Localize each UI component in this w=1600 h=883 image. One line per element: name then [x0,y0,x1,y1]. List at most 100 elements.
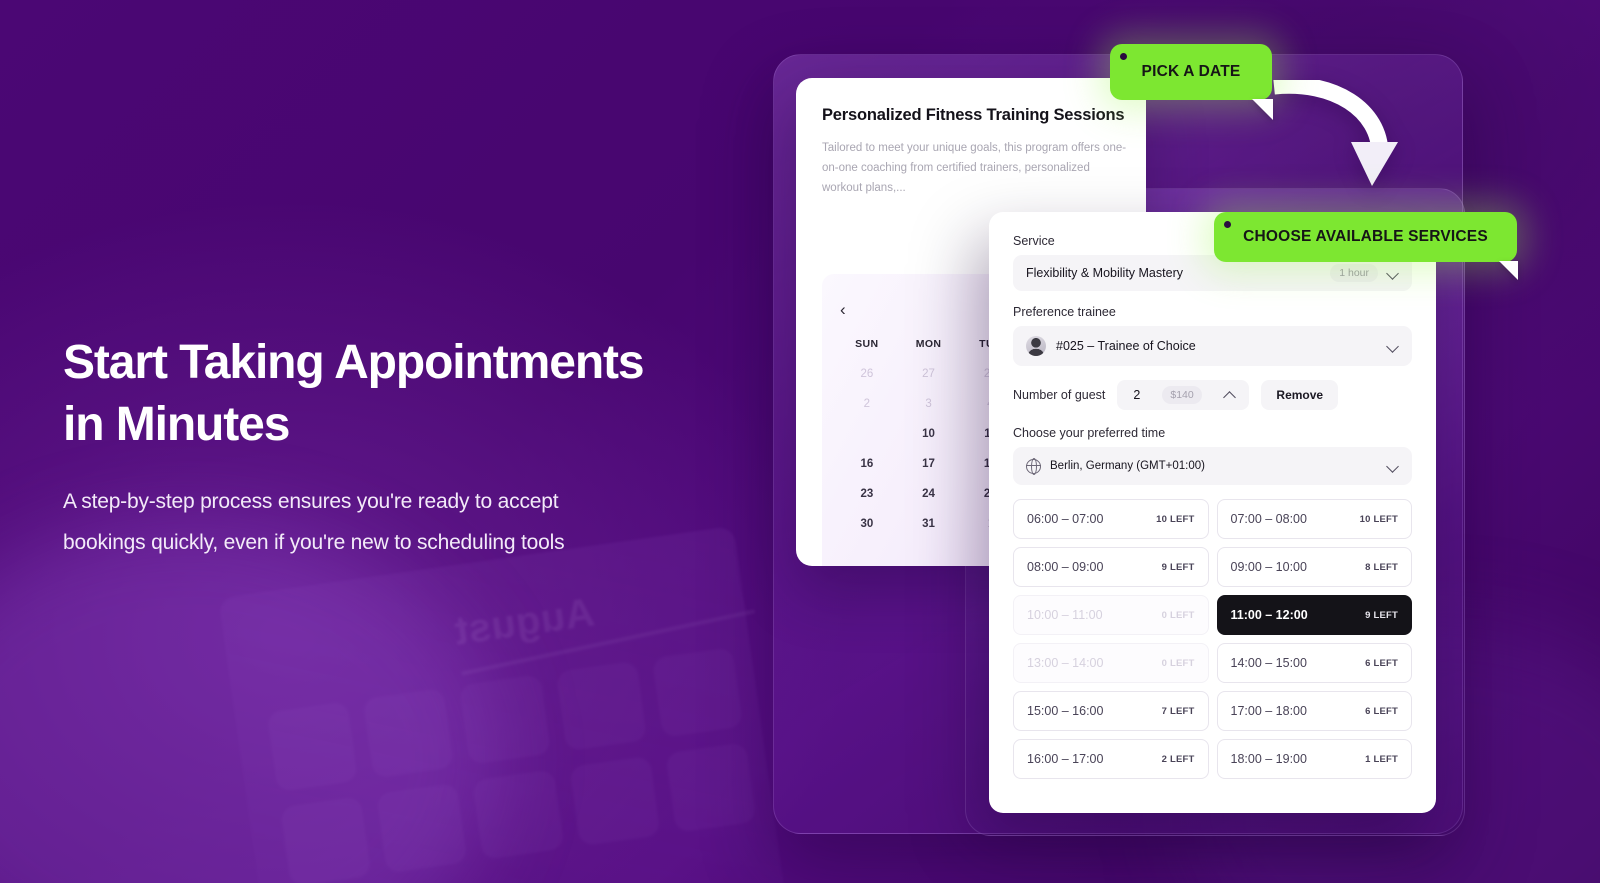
calendar-weekday-header: SUN [855,338,879,350]
time-slot-availability: 9 LEFT [1365,609,1398,621]
time-slot-range: 15:00 – 16:00 [1027,704,1104,718]
quantity-stepper[interactable]: 2 $140 [1117,380,1250,410]
guest-price-badge: $140 [1162,386,1202,404]
tooltip-choose-services-label: CHOOSE AVAILABLE SERVICES [1243,228,1488,245]
tooltip-fold-corner [1499,261,1518,280]
timezone-select[interactable]: Berlin, Germany (GMT+01:00) [1013,447,1412,485]
time-slot-range: 06:00 – 07:00 [1027,512,1104,526]
time-slot-availability: 6 LEFT [1365,657,1398,669]
chevron-down-icon [1387,267,1400,280]
time-slot-range: 11:00 – 12:00 [1230,608,1308,622]
calendar-day-cell[interactable]: 23 [836,488,898,500]
service-value: Flexibility & Mobility Mastery [1026,266,1183,280]
guest-count-value: 2 [1133,388,1141,402]
calendar-day-cell: 27 [922,368,935,380]
calendar-day-cell[interactable]: 24 [898,488,960,500]
calendar-day-cell[interactable]: 16 [836,458,898,470]
time-slot-range: 10:00 – 11:00 [1027,608,1103,622]
calendar-day-cell: 26 [860,368,874,380]
trainee-value: #025 – Trainee of Choice [1056,339,1196,353]
calendar-prev-month-icon[interactable]: ‹ [840,301,860,318]
tooltip-fold-corner [1252,99,1273,120]
program-description: Tailored to meet your unique goals, this… [822,142,1127,194]
time-slot-availability: 2 LEFT [1161,753,1195,765]
background-calendar-cell [459,674,551,765]
time-slot[interactable]: 14:00 – 15:00 6 LEFT [1216,643,1412,683]
calendar-day-cell[interactable]: 30 [836,518,898,530]
timezone-value: Berlin, Germany (GMT+01:00) [1050,460,1205,472]
hero-section: August Personalized Fitness Training Ses… [0,0,1600,883]
time-slot: 13:00 – 14:00 0 LEFT [1013,643,1209,683]
time-slot[interactable]: 07:00 – 08:00 10 LEFT [1216,499,1412,539]
calendar-day-cell: 3 [925,398,932,410]
preferred-time-label: Choose your preferred time [1013,426,1166,440]
background-calendar-cell [472,769,565,860]
time-slot-range: 09:00 – 10:00 [1230,560,1307,574]
time-slot-availability: 10 LEFT [1156,513,1195,525]
booking-card: Service Flexibility & Mobility Mastery 1… [989,212,1436,813]
background-calendar-cell [376,782,468,874]
time-slot[interactable]: 09:00 – 10:00 8 LEFT [1216,547,1412,587]
background-calendar-cell [362,687,455,779]
calendar-day-cell: 2 [863,398,871,410]
background-calendar-cell [665,742,757,833]
time-slot-range: 13:00 – 14:00 [1027,656,1104,670]
background-calendar-cell [568,755,661,847]
service-duration-badge: 1 hour [1330,264,1378,282]
calendar-day-cell[interactable]: 17 [898,458,960,470]
chevron-down-icon [1387,340,1400,353]
tooltip-dot-icon [1120,53,1127,60]
time-slot: 10:00 – 11:00 0 LEFT [1013,595,1209,635]
avatar [1026,336,1046,356]
background-calendar-cell [651,647,744,738]
chevron-down-icon [1387,460,1400,473]
trainee-select[interactable]: #025 – Trainee of Choice [1013,326,1412,366]
time-slot[interactable]: 18:00 – 19:00 1 LEFT [1216,739,1412,779]
time-slot-availability: 0 LEFT [1161,657,1195,669]
tooltip-pick-a-date[interactable]: PICK A DATE [1110,44,1273,120]
headline-line-2: in Minutes [63,398,290,452]
time-slot-range: 17:00 – 18:00 [1230,704,1307,718]
time-slot-availability: 10 LEFT [1359,513,1398,525]
background-calendar-decoration: August [218,525,792,883]
background-calendar-cell [555,660,648,752]
time-slot-range: 08:00 – 09:00 [1027,560,1104,574]
time-slot-range: 18:00 – 19:00 [1230,752,1307,766]
time-slot[interactable]: 17:00 – 18:00 6 LEFT [1216,691,1412,731]
time-slot-availability: 8 LEFT [1365,561,1398,573]
subcopy-line-1: A step-by-step process ensures you're re… [63,490,559,513]
globe-icon [1025,458,1041,476]
time-slot-grid[interactable]: 06:00 – 07:00 10 LEFT 07:00 – 08:00 10 LEFT… [1013,499,1412,779]
time-slot-availability: 1 LEFT [1365,753,1398,765]
chevron-up-icon[interactable] [1224,389,1237,402]
time-slot[interactable]: 08:00 – 09:00 9 LEFT [1013,547,1209,587]
time-slot[interactable]: 15:00 – 16:00 7 LEFT [1013,691,1209,731]
remove-button[interactable]: Remove [1261,380,1339,410]
tooltip-choose-services[interactable]: CHOOSE AVAILABLE SERVICES [1214,212,1518,280]
subcopy-line-2: bookings quickly, even if you're new to … [63,530,565,554]
time-slot-availability: 9 LEFT [1161,561,1195,573]
guest-row: Number of guest 2 $140 Remove [1013,380,1412,410]
time-slot-availability: 7 LEFT [1161,705,1195,717]
time-slot-availability: 0 LEFT [1161,609,1195,621]
time-slot-range: 16:00 – 17:00 [1027,752,1104,766]
guest-label: Number of guest [1013,388,1106,402]
tooltip-pick-a-date-label: PICK A DATE [1141,63,1241,80]
trainee-label: Preference trainee [1013,305,1116,319]
tooltip-dot-icon [1224,221,1231,228]
time-slot-availability: 6 LEFT [1365,705,1398,717]
calendar-weekday-header: MON [915,338,942,350]
time-slot-range: 07:00 – 08:00 [1230,512,1307,526]
background-calendar-cell [266,701,359,792]
page-title: Start Taking Appointments in Minutes [63,332,783,457]
page-subtitle: A step-by-step process ensures you're re… [63,482,743,564]
headline-line-1: Start Taking Appointments [63,336,645,389]
background-calendar-cell [280,796,372,883]
program-title: Personalized Fitness Training Sessions [822,106,1125,124]
calendar-day-cell[interactable]: 31 [898,518,960,530]
calendar-day-cell[interactable]: 10 [898,428,960,440]
time-slot-range: 14:00 – 15:00 [1230,656,1307,670]
time-slot[interactable]: 06:00 – 07:00 10 LEFT [1013,499,1209,539]
time-slot[interactable]: 11:00 – 12:00 9 LEFT [1216,595,1412,635]
time-slot[interactable]: 16:00 – 17:00 2 LEFT [1013,739,1209,779]
